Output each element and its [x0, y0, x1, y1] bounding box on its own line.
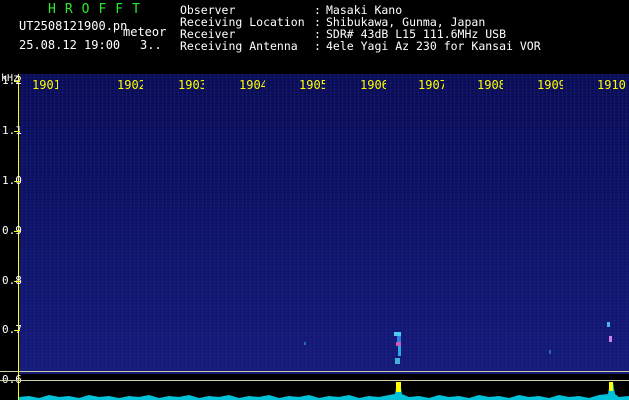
filename: UT2508121900.pn — [19, 19, 128, 33]
x-tick-label: 1906 — [360, 78, 386, 92]
info-row-antenna: Receiving Antenna:4ele Yagi Az 230 for K… — [180, 39, 541, 53]
x-tick-label: 1905 — [299, 78, 325, 92]
spectrum-trace — [19, 382, 629, 400]
y-tick-mark — [14, 81, 20, 82]
spectrum-svg — [19, 382, 629, 400]
x-tick-label: 1908 — [477, 78, 503, 92]
y-axis-line — [18, 74, 19, 400]
header-panel: HROFFT UT2508121900.pn meteor 25.08.12 1… — [0, 0, 629, 74]
date-time: 25.08.12 19:00 — [19, 38, 121, 52]
x-tick-label: 1901 — [32, 78, 58, 92]
y-tick-mark — [14, 131, 20, 132]
x-tick-label: 1910 — [597, 78, 626, 92]
x-tick-label: 1904 — [239, 78, 265, 92]
x-tick-label: 1902 — [117, 78, 143, 92]
file-type: meteor — [123, 25, 167, 39]
app-title: HROFFT — [48, 2, 149, 17]
divider-line — [0, 380, 629, 381]
x-tick-label: 1907 — [418, 78, 444, 92]
x-tick-label: 1903 — [178, 78, 204, 92]
divider-line — [0, 371, 629, 372]
spectrogram-echoes — [304, 322, 612, 364]
y-tick-mark — [14, 231, 20, 232]
spectrogram-plot — [19, 74, 629, 374]
y-tick-mark — [14, 181, 20, 182]
x-tick-label: 1909 — [537, 78, 563, 92]
y-tick-mark — [14, 330, 20, 331]
y-tick-mark — [14, 281, 20, 282]
station-info: Observer: Masaki Kano Receiving Location:… — [180, 4, 541, 52]
event-count: 3.. — [140, 38, 162, 52]
